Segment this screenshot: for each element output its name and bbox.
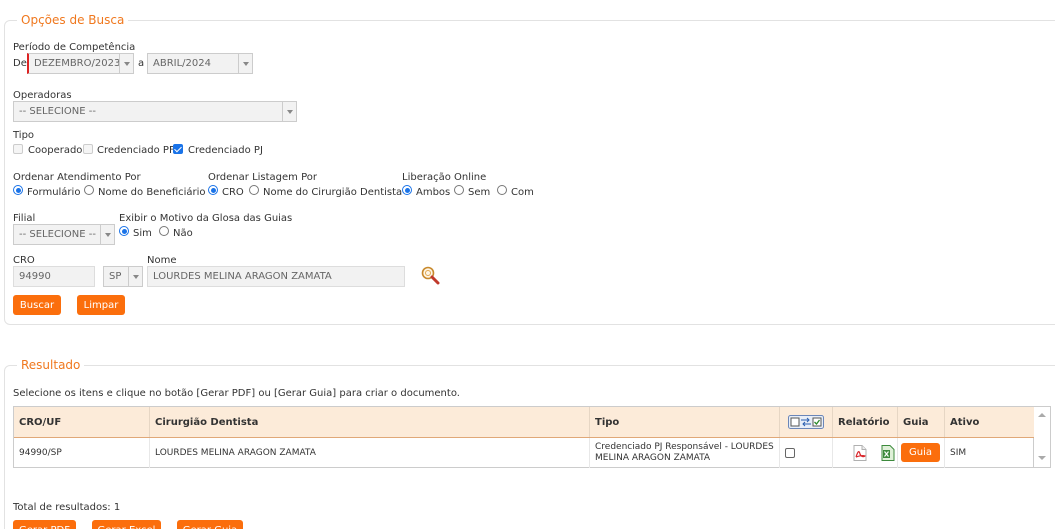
row-guia-button[interactable]: Guia xyxy=(901,443,940,462)
col-header-tipo[interactable]: Tipo xyxy=(590,407,780,437)
col-header-dentista[interactable]: Cirurgião Dentista xyxy=(150,407,590,437)
tipo-credenciado-pf-checkbox[interactable] xyxy=(83,144,93,154)
cell-cro-uf: 94990/SP xyxy=(14,437,150,468)
listagem-nome-label: Nome do Cirurgião Dentista xyxy=(263,187,403,198)
ordenar-listagem-label: Ordenar Listagem Por xyxy=(208,172,317,183)
total-results: Total de resultados: 1 xyxy=(13,502,121,513)
filial-select[interactable]: -- SELECIONE -- xyxy=(13,224,115,245)
periodo-ate-select[interactable]: ABRIL/2024 xyxy=(147,53,253,74)
glosa-sim-radio[interactable] xyxy=(119,226,129,236)
ordenar-beneficiario-label: Nome do Beneficiário xyxy=(98,187,206,198)
glosa-nao-radio[interactable] xyxy=(159,226,169,236)
tipo-credenciado-pj-checkbox[interactable] xyxy=(173,144,183,154)
excel-icon[interactable] xyxy=(881,444,895,461)
pdf-icon[interactable] xyxy=(853,444,867,461)
col-header-ativo[interactable]: Ativo xyxy=(945,407,1035,437)
table-scrollbar[interactable] xyxy=(1034,406,1051,468)
glosa-label: Exibir o Motivo da Glosa das Guias xyxy=(119,213,293,224)
gerar-pdf-button[interactable]: Gerar PDF xyxy=(13,520,76,529)
operadoras-select[interactable]: -- SELECIONE -- xyxy=(13,101,297,122)
buscar-button[interactable]: Buscar xyxy=(13,295,61,315)
result-instructions: Selecione os itens e clique no botão [Ge… xyxy=(13,388,460,399)
chevron-down-icon xyxy=(119,54,133,73)
nome-input[interactable]: LOURDES MELINA ARAGON ZAMATA xyxy=(147,266,405,287)
glosa-sim-label: Sim xyxy=(133,228,152,239)
toggle-select-icon[interactable] xyxy=(788,415,824,429)
operadoras-label: Operadoras xyxy=(13,90,72,101)
gerar-excel-button[interactable]: Gerar Excel xyxy=(92,520,161,529)
liberacao-sem-radio[interactable] xyxy=(454,185,464,195)
cell-relatorio xyxy=(833,437,898,468)
cro-label: CRO xyxy=(13,255,35,266)
magnifier-icon[interactable] xyxy=(420,265,440,285)
tipo-cooperado-checkbox[interactable] xyxy=(13,144,23,154)
chevron-down-icon xyxy=(128,267,142,286)
cell-guia: Guia xyxy=(898,437,945,468)
tipo-cooperado-label: Cooperado xyxy=(28,145,83,156)
chevron-down-icon xyxy=(100,225,114,244)
liberacao-com-label: Com xyxy=(511,187,534,198)
result-legend: Resultado xyxy=(17,358,85,372)
liberacao-label: Liberação Online xyxy=(402,172,487,183)
cell-ativo: SIM xyxy=(950,447,967,458)
chevron-down-icon xyxy=(282,102,296,121)
uf-select[interactable]: SP xyxy=(103,266,143,287)
search-options-legend: Opções de Busca xyxy=(17,13,129,27)
liberacao-ambos-radio[interactable] xyxy=(402,185,412,195)
cell-dentista: LOURDES MELINA ARAGON ZAMATA xyxy=(150,437,590,468)
cro-input[interactable]: 94990 xyxy=(13,266,95,287)
col-header-select[interactable] xyxy=(780,407,833,437)
header-underline xyxy=(14,437,1035,438)
liberacao-sem-label: Sem xyxy=(468,187,491,198)
de-label: De xyxy=(13,58,27,69)
col-header-relatorio[interactable]: Relatório xyxy=(833,407,898,437)
listagem-nome-radio[interactable] xyxy=(249,185,259,195)
tipo-label: Tipo xyxy=(13,130,35,141)
cell-tipo: Credenciado PJ Responsável - LOURDES MEL… xyxy=(590,437,780,468)
tipo-credenciado-pf-label: Credenciado PF xyxy=(97,145,175,156)
cell-tipo-line1: Credenciado PJ Responsável - LOURDES xyxy=(595,441,774,452)
listagem-cro-label: CRO xyxy=(222,187,244,198)
ordenar-formulario-label: Formulário xyxy=(27,187,81,198)
chevron-down-icon xyxy=(238,54,252,73)
gerar-guia-button[interactable]: Gerar Guia xyxy=(177,520,243,529)
scroll-up-icon[interactable] xyxy=(1038,412,1046,418)
col-header-guia[interactable]: Guia xyxy=(898,407,945,437)
ordenar-beneficiario-radio[interactable] xyxy=(84,185,94,195)
liberacao-com-radio[interactable] xyxy=(497,185,507,195)
a-label: a xyxy=(138,58,145,69)
ordenar-atendimento-label: Ordenar Atendimento Por xyxy=(13,172,141,183)
glosa-nao-label: Não xyxy=(173,228,193,239)
periodo-de-select[interactable]: DEZEMBRO/2023 xyxy=(27,53,134,74)
limpar-button[interactable]: Limpar xyxy=(77,295,125,315)
cell-select xyxy=(780,437,833,468)
liberacao-ambos-label: Ambos xyxy=(416,187,451,198)
ordenar-formulario-radio[interactable] xyxy=(13,185,23,195)
periodo-label: Período de Competência xyxy=(13,42,136,53)
row-select-checkbox[interactable] xyxy=(785,447,795,458)
cell-tipo-line2: MELINA ARAGON ZAMATA xyxy=(595,452,711,463)
result-table: CRO/UF Cirurgião Dentista Tipo Relatório… xyxy=(13,406,1035,468)
col-header-cro-uf[interactable]: CRO/UF xyxy=(14,407,150,437)
listagem-cro-radio[interactable] xyxy=(208,185,218,195)
nome-label: Nome xyxy=(147,255,177,266)
scroll-down-icon[interactable] xyxy=(1038,455,1046,461)
tipo-credenciado-pj-label: Credenciado PJ xyxy=(188,145,263,156)
filial-label: Filial xyxy=(13,213,36,224)
